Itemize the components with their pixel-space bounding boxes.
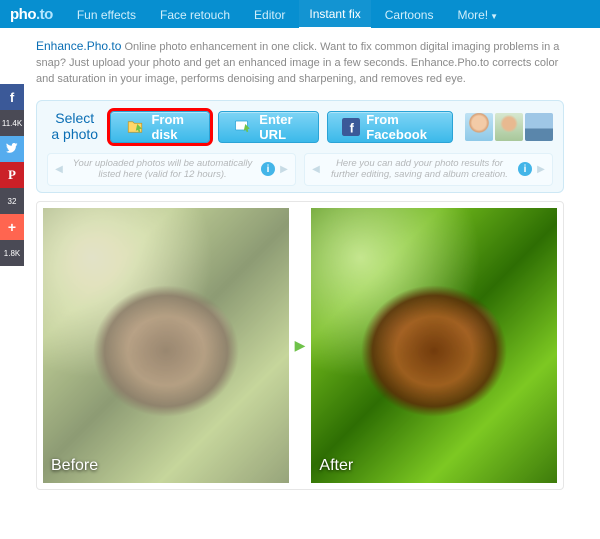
share-facebook-button[interactable]: f [0,84,24,110]
share-pinterest-count: 32 [0,188,24,214]
after-caption: After [319,457,353,475]
sample-thumb-1[interactable] [465,113,493,141]
results-hint-text: Here you can add your photo results for … [325,158,514,181]
facebook-icon: f [10,90,14,105]
info-icon[interactable]: i [261,162,275,176]
share-facebook-count: 11.4K [0,110,24,136]
sample-thumb-2[interactable] [495,113,523,141]
select-photo-panel: Select a photo From disk Enter URL f Fro… [36,100,564,193]
prev-arrow-icon[interactable]: ◀ [54,164,64,175]
share-addthis-count: 1.8K [0,240,24,266]
next-arrow-icon[interactable]: ▶ [536,164,546,175]
service-description: Enhance.Pho.to Online photo enhancement … [0,28,600,100]
select-photo-actions: Select a photo From disk Enter URL f Fro… [47,111,553,143]
before-caption: Before [51,457,98,475]
nav-instant-fix[interactable]: Instant fix [299,0,370,29]
nav-face-retouch[interactable]: Face retouch [150,0,240,28]
arrow-right-icon: ▶ [295,337,306,354]
sample-thumbs [465,113,553,141]
pinterest-icon: P [8,167,16,183]
select-photo-label-a: Select [47,111,102,126]
share-pinterest-button[interactable]: P [0,162,24,188]
select-photo-label: Select a photo [47,111,102,142]
twitter-icon [6,143,18,155]
select-photo-label-b: a photo [47,127,102,142]
select-photo-hints: ◀ Your uploaded photos will be automatic… [47,153,553,186]
plus-icon: + [8,219,16,235]
logo-text-a: pho [10,6,36,23]
enter-url-label: Enter URL [259,112,304,142]
sample-photo-after [311,208,557,483]
site-logo[interactable]: pho.to [10,6,53,23]
folder-icon [125,118,145,136]
social-share-bar: f 11.4K P 32 + 1.8K [0,84,24,266]
uploaded-hint-text: Your uploaded photos will be automatical… [68,158,257,181]
service-title: Enhance.Pho.to [36,39,121,53]
from-facebook-button[interactable]: f From Facebook [327,111,453,143]
before-after-panel: Before ▶ After [36,201,564,490]
share-twitter-button[interactable] [0,136,24,162]
logo-text-b: .to [36,6,53,23]
sample-thumb-3[interactable] [525,113,553,141]
enter-url-button[interactable]: Enter URL [218,111,319,143]
nav-more-label: More! [457,8,488,22]
next-arrow-icon[interactable]: ▶ [279,164,289,175]
prev-arrow-icon[interactable]: ◀ [311,164,321,175]
share-addthis-button[interactable]: + [0,214,24,240]
info-icon[interactable]: i [518,162,532,176]
before-image: Before [43,208,289,483]
from-disk-label: From disk [151,112,195,142]
top-navbar: pho.to Fun effects Face retouch Editor I… [0,0,600,28]
nav-editor[interactable]: Editor [244,0,295,28]
after-image: After [311,208,557,483]
facebook-square-icon: f [342,118,360,136]
nav-more[interactable]: More!▼ [447,0,508,28]
from-facebook-label: From Facebook [366,112,438,142]
nav-fun-effects[interactable]: Fun effects [67,0,146,28]
sample-photo-before [43,208,289,483]
nav-cartoons[interactable]: Cartoons [375,0,444,28]
chevron-down-icon: ▼ [490,12,498,21]
from-disk-button[interactable]: From disk [110,111,210,143]
uploaded-hint: ◀ Your uploaded photos will be automatic… [47,153,296,186]
url-icon [233,118,253,136]
svg-text:f: f [350,120,355,135]
results-hint: ◀ Here you can add your photo results fo… [304,153,553,186]
